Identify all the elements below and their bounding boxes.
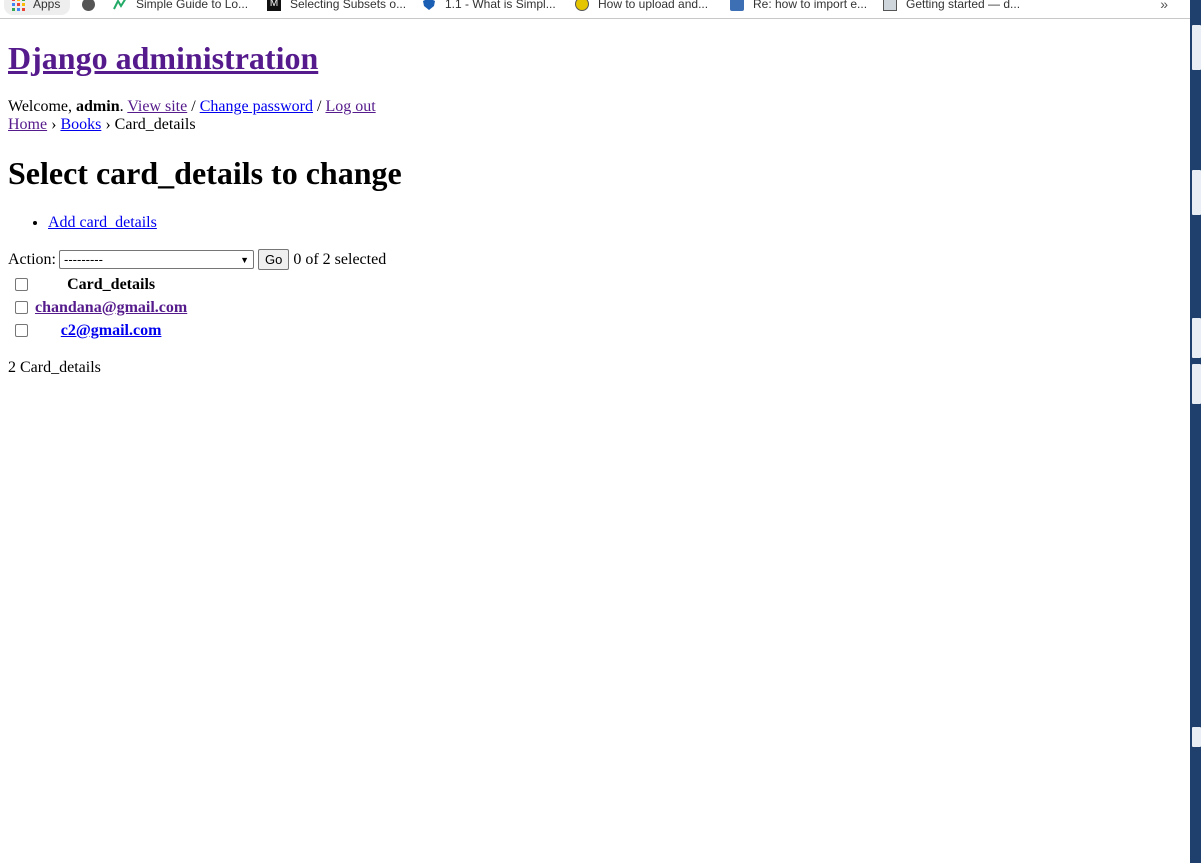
scrollbar-segment <box>1192 727 1201 747</box>
bookmark-label: Re: how to import e... <box>753 0 868 11</box>
row-checkbox-cell <box>10 297 32 318</box>
action-select-value: --------- <box>64 252 103 267</box>
select-all-checkbox[interactable] <box>15 278 28 291</box>
paginator: 2 Card_details <box>8 359 101 376</box>
column-header-card-details[interactable]: Card_details <box>34 274 188 295</box>
row-link[interactable]: chandana@gmail.com <box>35 299 187 316</box>
go-button[interactable]: Go <box>258 249 290 270</box>
welcome-text: Welcome, <box>8 98 77 115</box>
bookmark-4[interactable]: How to upload and... <box>575 0 708 13</box>
vertical-scrollbar[interactable] <box>1190 0 1201 863</box>
bookmark-label: Simple Guide to Lo... <box>136 0 249 11</box>
action-label: Action: <box>8 250 56 268</box>
actions-bar: Action: --------- ▼ Go 0 of 2 selected <box>8 249 386 270</box>
row-checkbox[interactable] <box>15 324 28 337</box>
apps-grid-icon <box>12 0 25 11</box>
action-counter: 0 of 2 selected <box>293 250 387 268</box>
object-tools-item: Add card_details <box>48 214 157 232</box>
row-checkbox[interactable] <box>15 301 28 314</box>
bookmark-6[interactable]: Getting started — d... <box>883 0 1020 13</box>
breadcrumb-app-link[interactable]: Books <box>60 116 101 133</box>
bookmark-globe[interactable] <box>82 0 104 13</box>
view-site-link[interactable]: View site <box>127 98 187 115</box>
blue-cart-icon <box>730 0 744 11</box>
user-tools: Welcome, admin. View site / Change passw… <box>8 98 376 116</box>
select-all-cell <box>10 274 32 295</box>
bookmarks-bar: Apps Simple Guide to Lo... M Selecting S… <box>0 0 1190 19</box>
bookmark-2[interactable]: M Selecting Subsets o... <box>267 0 406 13</box>
bookmarks-overflow-button[interactable]: » <box>1160 0 1168 12</box>
m-logo-icon: M <box>267 0 281 11</box>
logout-link[interactable]: Log out <box>325 98 375 115</box>
result-list-table: Card_details chandana@gmail.com c2@gmail… <box>8 272 190 343</box>
breadcrumb-separator: › <box>47 116 61 133</box>
bookmark-label: How to upload and... <box>598 0 709 11</box>
site-name-link[interactable]: Django administration <box>8 40 318 76</box>
row-checkbox-cell <box>10 320 32 341</box>
add-card-details-link[interactable]: Add card_details <box>48 214 157 231</box>
bookmark-label: Selecting Subsets o... <box>290 0 407 11</box>
change-password-link[interactable]: Change password <box>200 98 313 115</box>
table-header-row: Card_details <box>10 274 188 295</box>
table-row: chandana@gmail.com <box>10 297 188 318</box>
breadcrumb: Home › Books › Card_details <box>8 116 196 134</box>
username: admin <box>76 98 120 115</box>
row-value-cell: c2@gmail.com <box>34 320 188 341</box>
shield-icon <box>423 0 435 10</box>
breadcrumb-separator: › <box>101 116 115 133</box>
bookmark-label: 1.1 - What is Simpl... <box>445 0 556 11</box>
scrollbar-segment <box>1192 318 1201 358</box>
scrollbar-segment <box>1192 364 1201 404</box>
yellow-circle-icon <box>575 0 589 11</box>
scrollbar-segment <box>1192 170 1201 215</box>
bookmark-label: Getting started — d... <box>906 0 1021 11</box>
bookmark-apps-label: Apps <box>33 0 61 11</box>
document-icon <box>883 0 897 11</box>
page-title: Select card_details to change <box>8 155 402 191</box>
bookmark-1[interactable]: Simple Guide to Lo... <box>113 0 248 13</box>
dropdown-arrow-icon: ▼ <box>240 254 249 265</box>
row-value-cell: chandana@gmail.com <box>34 297 188 318</box>
separator: / <box>313 98 326 115</box>
scrollbar-segment <box>1192 25 1201 70</box>
breadcrumb-home-link[interactable]: Home <box>8 116 47 133</box>
site-name: Django administration <box>8 40 318 77</box>
table-row: c2@gmail.com <box>10 320 188 341</box>
globe-icon <box>82 0 95 11</box>
bookmark-apps[interactable]: Apps <box>4 0 71 15</box>
object-tools: Add card_details <box>8 214 157 232</box>
action-select[interactable]: --------- ▼ <box>59 250 254 269</box>
separator: / <box>187 98 200 115</box>
bookmark-5[interactable]: Re: how to import e... <box>730 0 867 13</box>
breadcrumb-current: Card_details <box>114 116 196 133</box>
row-link[interactable]: c2@gmail.com <box>61 322 162 339</box>
chart-line-icon <box>113 0 126 10</box>
bookmark-3[interactable]: 1.1 - What is Simpl... <box>422 0 556 13</box>
